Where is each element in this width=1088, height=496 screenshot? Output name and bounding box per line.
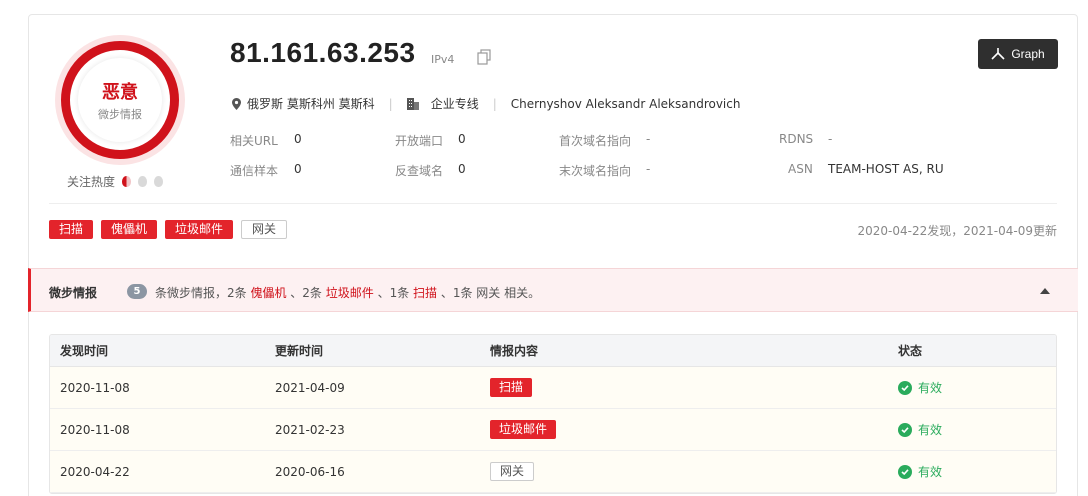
- graph-button-label: Graph: [1011, 47, 1045, 61]
- column-header: 状态: [898, 344, 923, 358]
- status-text: 有效: [918, 423, 943, 437]
- stat-rdns: RDNS: [779, 132, 814, 146]
- stat-related-url: 相关URL: [230, 134, 278, 148]
- intel-count-badge: 5: [127, 284, 147, 299]
- check-icon: [898, 422, 912, 437]
- verdict-ring: 恶意 微步情报: [55, 35, 185, 165]
- intel-summary: 条微步情报，2条 傀儡机 、2条 垃圾邮件 、1条 扫描 、1条 网关 相关。: [155, 286, 541, 300]
- attention-heat: 关注热度: [67, 173, 163, 190]
- found-date: 2020-11-08: [60, 422, 130, 437]
- separator: |: [492, 96, 497, 111]
- table-row: 2020-11-08 2021-02-23 垃圾邮件 有效: [50, 409, 1056, 451]
- stat-reverse-domains: 反查域名: [395, 164, 444, 178]
- location-text: 俄罗斯 莫斯科州 莫斯科: [247, 97, 375, 111]
- intel-tag[interactable]: 网关: [490, 462, 535, 481]
- table-row: 2020-04-22 2020-06-16 网关 有效: [50, 451, 1056, 493]
- location-row: 俄罗斯 莫斯科州 莫斯科 | 企业专线 | Chernyshov Aleksan…: [232, 95, 740, 112]
- tag-botnet[interactable]: 傀儡机: [101, 220, 158, 239]
- stat-asn-value[interactable]: TEAM-HOST AS, RU: [828, 162, 944, 176]
- column-header: 情报内容: [490, 344, 539, 358]
- stat-reverse-domains-value[interactable]: 0: [458, 162, 466, 176]
- graph-icon: [991, 48, 1005, 60]
- verdict-label: 恶意: [102, 82, 138, 103]
- building-icon: [406, 97, 419, 110]
- graph-button[interactable]: Graph: [978, 39, 1058, 69]
- updated-date: 2021-04-09: [275, 380, 345, 395]
- stat-comm-samples-value[interactable]: 0: [294, 162, 302, 176]
- status-text: 有效: [918, 381, 943, 395]
- network-type: 企业专线: [430, 97, 479, 111]
- tag-scan[interactable]: 扫描: [49, 220, 94, 239]
- flame-icon: [137, 176, 147, 187]
- column-header: 发现时间: [60, 344, 109, 358]
- tag-spam[interactable]: 垃圾邮件: [165, 220, 234, 239]
- column-header: 更新时间: [275, 344, 324, 358]
- intel-tag[interactable]: 垃圾邮件: [490, 420, 557, 439]
- intel-summary-bar[interactable]: 微步情报 5 条微步情报，2条 傀儡机 、2条 垃圾邮件 、1条 扫描 、1条 …: [28, 268, 1078, 312]
- collapse-caret-icon[interactable]: [1040, 288, 1050, 294]
- check-icon: [898, 380, 912, 395]
- copy-icon[interactable]: [477, 49, 491, 65]
- stat-comm-samples: 通信样本: [230, 164, 279, 178]
- stat-asn: ASN: [788, 162, 813, 176]
- stat-last-domain: 末次域名指向: [559, 164, 632, 178]
- found-date: 2020-04-22: [60, 464, 130, 479]
- stat-related-url-value[interactable]: 0: [294, 132, 302, 146]
- flame-icon: [153, 176, 163, 187]
- stat-rdns-value: -: [828, 132, 833, 146]
- table-header: 发现时间 更新时间 情报内容 状态: [50, 335, 1056, 367]
- divider: [49, 203, 1057, 204]
- flame-icon: [121, 176, 131, 187]
- check-icon: [898, 464, 912, 479]
- stat-first-domain: 首次域名指向: [559, 134, 632, 148]
- stat-first-domain-value: -: [646, 132, 651, 146]
- stat-last-domain-value: -: [646, 162, 651, 176]
- updated-date: 2021-02-23: [275, 422, 345, 437]
- tag-gateway[interactable]: 网关: [241, 220, 288, 239]
- table-row: 2020-11-08 2021-04-09 扫描 有效: [50, 367, 1056, 409]
- verdict-source: 微步情报: [98, 108, 142, 121]
- ip-address: 81.161.63.253: [230, 37, 416, 68]
- intel-title: 微步情报: [49, 286, 98, 300]
- heat-label: 关注热度: [67, 175, 116, 189]
- intel-table: 发现时间 更新时间 情报内容 状态 2020-11-08 2021-04-09 …: [49, 334, 1057, 494]
- updated-date: 2020-06-16: [275, 464, 345, 479]
- stat-open-ports: 开放端口: [395, 134, 444, 148]
- ip-version: IPv4: [431, 53, 455, 66]
- status-text: 有效: [918, 465, 943, 479]
- separator: |: [388, 96, 393, 111]
- owner-name: Chernyshov Aleksandr Aleksandrovich: [510, 96, 741, 111]
- intel-tag[interactable]: 扫描: [490, 378, 533, 397]
- found-date: 2020-11-08: [60, 380, 130, 395]
- stat-open-ports-value[interactable]: 0: [458, 132, 466, 146]
- location-pin-icon: [232, 97, 241, 110]
- discovery-dates: 2020-04-22发现，2021-04-09更新: [857, 224, 1057, 238]
